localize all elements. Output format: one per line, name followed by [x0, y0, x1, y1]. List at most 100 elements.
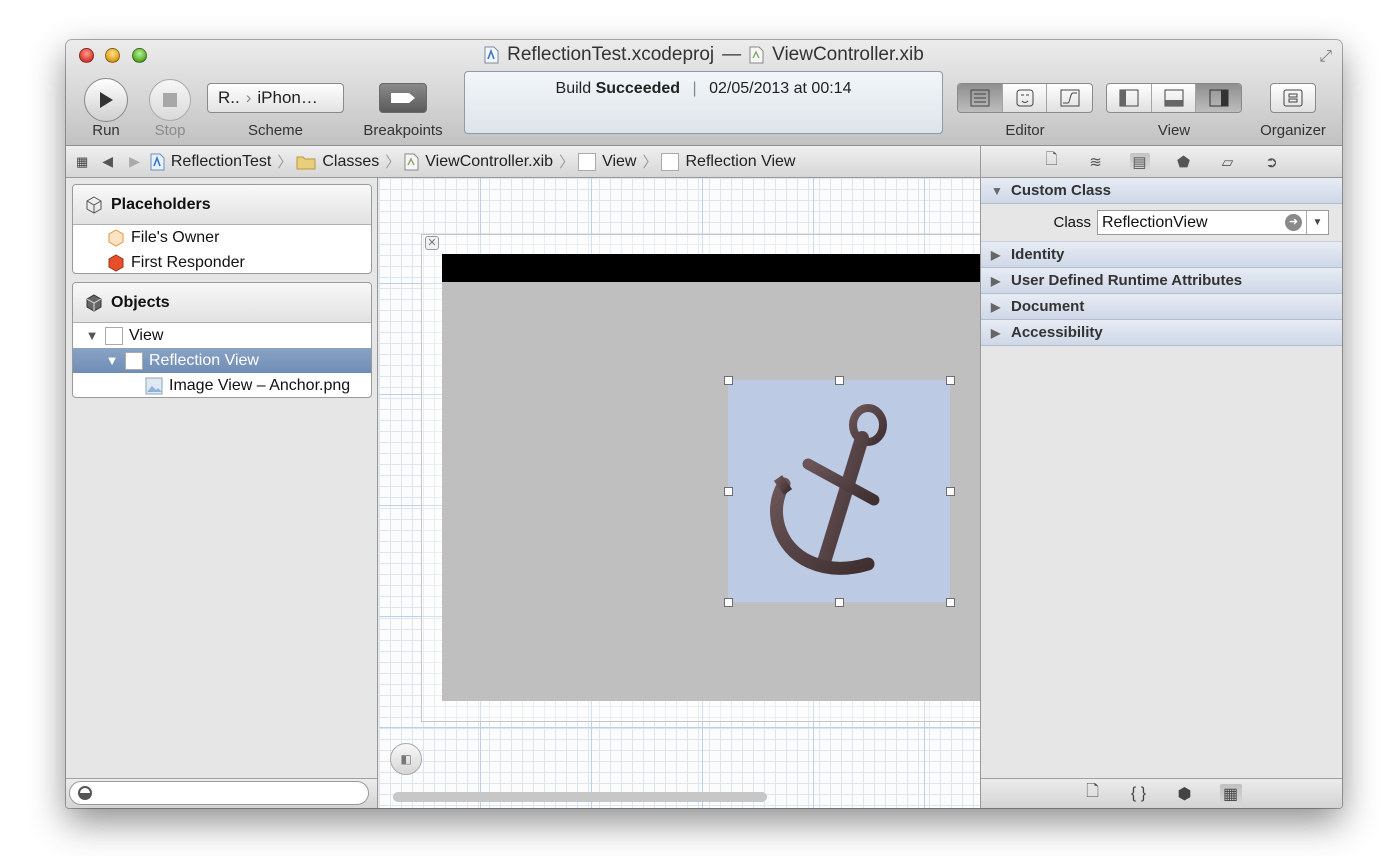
- jumpbar-item-folder[interactable]: Classes: [296, 153, 379, 171]
- jumpbar-item-project[interactable]: ReflectionTest: [150, 152, 272, 171]
- window-title-project: ReflectionTest.xcodeproj: [507, 44, 715, 65]
- forward-arrow-icon[interactable]: ▶: [129, 153, 140, 170]
- run-button[interactable]: [84, 78, 128, 122]
- disclosure-triangle-icon[interactable]: ▼: [105, 353, 119, 368]
- fullscreen-icon[interactable]: ⤢: [1319, 48, 1332, 66]
- simulated-status-bar: [442, 254, 980, 282]
- jumpbar-label-xib: ViewController.xib: [425, 152, 554, 170]
- runtime-attributes-title: User Defined Runtime Attributes: [1011, 272, 1243, 289]
- view-icon: [125, 351, 143, 370]
- view-toggle-control[interactable]: [1106, 83, 1242, 113]
- chevron-down-icon[interactable]: ▼: [1306, 211, 1328, 234]
- class-combo-field[interactable]: ReflectionView ➜ ▼: [1097, 210, 1329, 235]
- related-items-icon[interactable]: ▦: [76, 154, 88, 170]
- runtime-attributes-header[interactable]: ▶ User Defined Runtime Attributes: [981, 268, 1342, 294]
- objects-title: Objects: [111, 293, 170, 311]
- stop-label: Stop: [154, 122, 186, 139]
- list-item-files-owner[interactable]: File's Owner: [73, 225, 371, 250]
- disclosure-triangle-icon: ▶: [991, 299, 1001, 314]
- navigator-toggle-icon[interactable]: [1107, 84, 1152, 112]
- quick-help-icon[interactable]: ≋: [1086, 153, 1106, 171]
- back-arrow-icon[interactable]: ◀: [102, 153, 113, 170]
- media-library-icon[interactable]: ▦: [1219, 783, 1242, 804]
- show-outline-toggle[interactable]: ◧: [390, 743, 422, 775]
- placeholders-header: Placeholders: [73, 185, 371, 225]
- breakpoints-label: Breakpoints: [363, 122, 443, 139]
- organizer-button[interactable]: [1270, 83, 1316, 113]
- chevron-right-icon: 〉: [642, 154, 658, 171]
- file-template-library-icon[interactable]: 🗋: [1082, 780, 1104, 807]
- disclosure-triangle-icon: ▶: [991, 273, 1001, 288]
- xcode-window: ReflectionTest.xcodeproj — ViewControlle…: [66, 40, 1342, 808]
- custom-class-header[interactable]: ▼ Custom Class: [981, 178, 1342, 204]
- list-item-image-view[interactable]: Image View – Anchor.png: [73, 373, 371, 397]
- document-outline: Placeholders File's Owner First Responde…: [66, 178, 378, 808]
- window-title: ReflectionTest.xcodeproj — ViewControlle…: [66, 44, 1342, 66]
- xib-file-icon: [749, 46, 764, 64]
- build-prefix: Build: [555, 80, 592, 97]
- assistant-editor-icon[interactable]: [1003, 84, 1048, 112]
- folder-icon: [296, 156, 316, 169]
- view-label: View: [1157, 122, 1191, 139]
- filter-icon: [78, 786, 92, 800]
- list-item-view[interactable]: ▼ View: [73, 323, 371, 348]
- anchor-image-view[interactable]: [728, 380, 950, 602]
- view-icon: [661, 152, 680, 171]
- stop-button[interactable]: [149, 79, 191, 121]
- go-arrow-icon[interactable]: ➜: [1285, 214, 1302, 231]
- disclosure-triangle-icon[interactable]: ▼: [85, 328, 99, 343]
- jumpbar-item-xib[interactable]: ViewController.xib: [404, 153, 553, 171]
- chevron-right-icon: ›: [245, 88, 252, 107]
- debug-area-toggle-icon[interactable]: [1152, 84, 1197, 112]
- accessibility-title: Accessibility: [1011, 324, 1103, 341]
- interface-builder-canvas[interactable]: ✕ ◧: [379, 178, 980, 808]
- placeholders-section: Placeholders File's Owner First Responde…: [72, 184, 372, 274]
- build-status: Succeeded: [595, 80, 681, 97]
- jumpbar-label-project: ReflectionTest: [170, 152, 272, 170]
- scheme-device: iPhon…: [257, 88, 318, 107]
- resize-handle[interactable]: [946, 487, 955, 496]
- resize-handle[interactable]: [835, 376, 844, 385]
- outline-filter-field[interactable]: [69, 781, 369, 805]
- horizontal-scrollbar[interactable]: [393, 792, 767, 802]
- stop-icon: [163, 93, 177, 107]
- size-inspector-icon[interactable]: ▱: [1218, 153, 1238, 171]
- view-icon: [578, 152, 597, 171]
- list-item-reflection-view[interactable]: ▼ Reflection View: [73, 348, 371, 373]
- files-owner-label: File's Owner: [131, 228, 220, 246]
- document-header[interactable]: ▶ Document: [981, 294, 1342, 320]
- class-value: ReflectionView: [1102, 213, 1208, 231]
- organizer-label: Organizer: [1260, 122, 1326, 139]
- editor-mode-control[interactable]: [957, 83, 1093, 113]
- document-title: Document: [1011, 298, 1085, 315]
- close-icon[interactable]: ✕: [425, 236, 439, 250]
- resize-handle[interactable]: [946, 598, 955, 607]
- breakpoints-button[interactable]: [379, 83, 427, 113]
- anchor-image: [770, 404, 887, 575]
- resize-handle[interactable]: [724, 376, 733, 385]
- identity-header[interactable]: ▶ Identity: [981, 242, 1342, 268]
- standard-editor-icon[interactable]: [958, 84, 1003, 112]
- attributes-inspector-icon[interactable]: ⬟: [1174, 153, 1194, 171]
- connections-inspector-icon[interactable]: ➲: [1262, 153, 1282, 171]
- resize-handle[interactable]: [724, 487, 733, 496]
- file-inspector-icon[interactable]: 🗋: [1042, 149, 1062, 174]
- scheme-target: R..: [218, 88, 240, 107]
- version-editor-icon[interactable]: [1047, 84, 1092, 112]
- accessibility-header[interactable]: ▶ Accessibility: [981, 320, 1342, 346]
- object-library-icon[interactable]: ⬢: [1174, 784, 1196, 804]
- resize-handle[interactable]: [835, 598, 844, 607]
- objects-section: Objects ▼ View ▼ Reflection View Image V…: [72, 282, 372, 398]
- utilities-toggle-icon[interactable]: [1196, 84, 1241, 112]
- scheme-popup[interactable]: R.. › iPhon…: [207, 83, 344, 113]
- jumpbar-item-reflection-view[interactable]: Reflection View: [661, 152, 795, 171]
- identity-inspector-icon[interactable]: ▤: [1129, 152, 1150, 171]
- code-snippet-library-icon[interactable]: { }: [1128, 785, 1150, 803]
- library-selector-bar: 🗋 { } ⬢ ▦: [981, 778, 1342, 808]
- resize-handle[interactable]: [946, 376, 955, 385]
- jumpbar-item-view[interactable]: View: [578, 152, 636, 171]
- activity-viewer: Build Succeeded | 02/05/2013 at 00:14: [464, 71, 943, 134]
- class-row: Class ReflectionView ➜ ▼: [981, 204, 1342, 242]
- resize-handle[interactable]: [724, 598, 733, 607]
- list-item-first-responder[interactable]: First Responder: [73, 250, 371, 273]
